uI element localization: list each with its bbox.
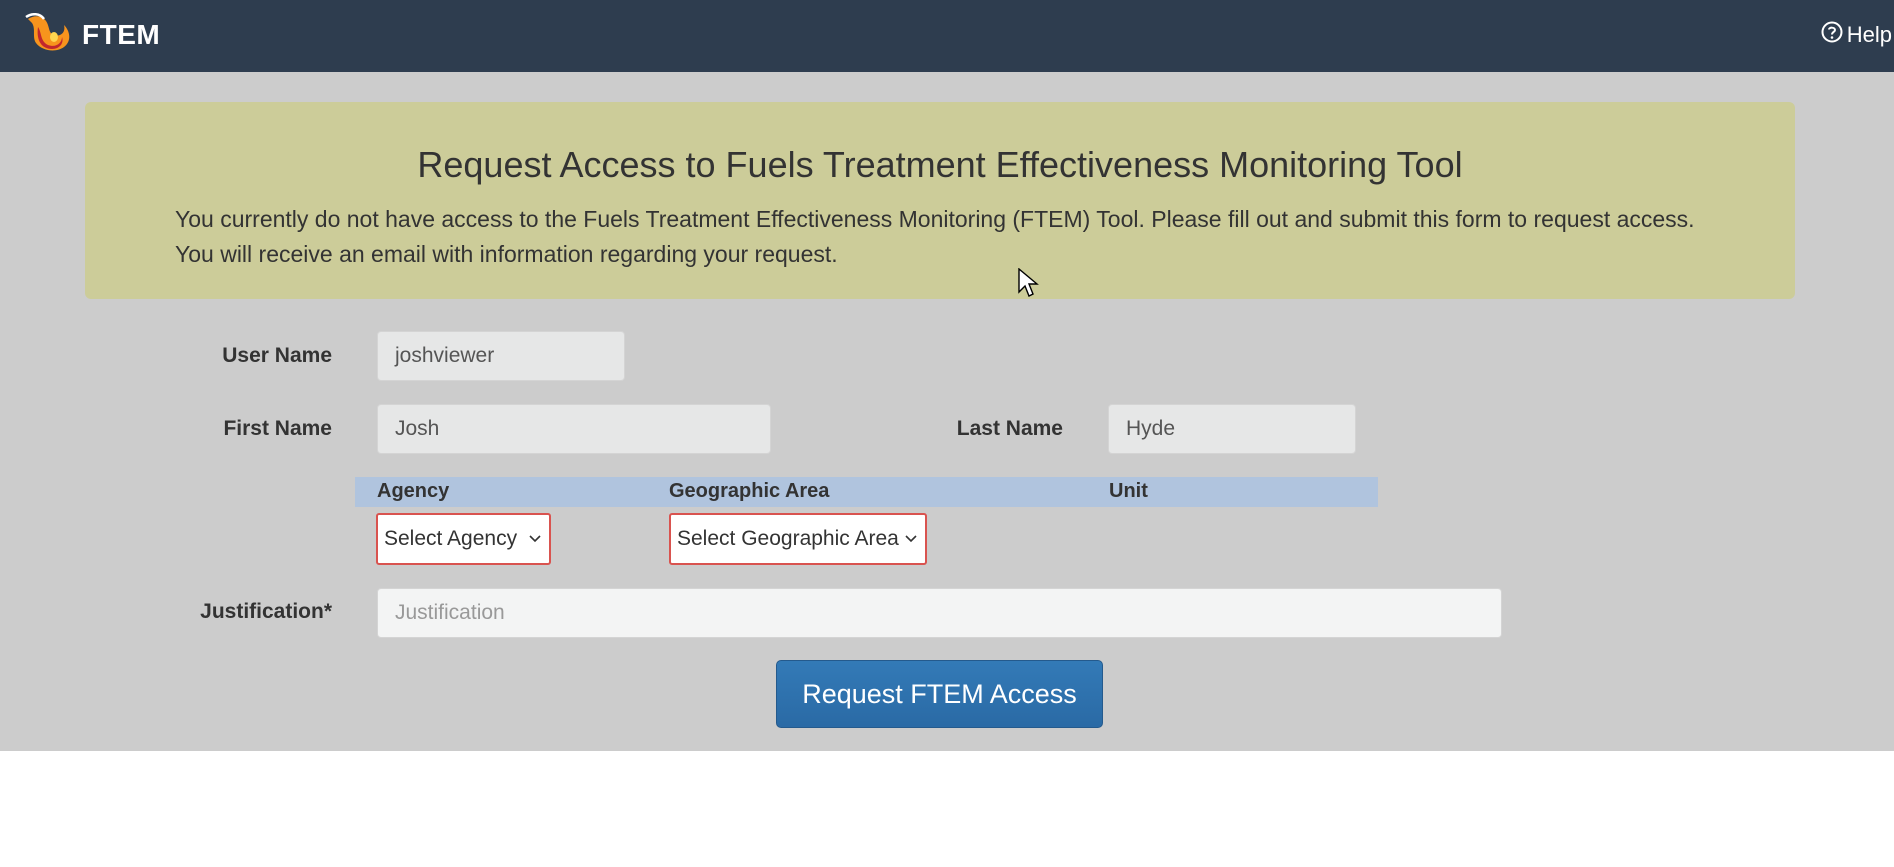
chevron-down-icon [529,535,541,543]
firstname-field[interactable]: Josh [377,404,771,454]
justification-field[interactable]: Justification [377,588,1502,638]
mouse-cursor-icon [1018,268,1039,297]
username-label: User Name [222,344,332,367]
help-link[interactable]: Help [1821,21,1894,49]
request-access-button[interactable]: Request FTEM Access [776,660,1103,728]
geographic-area-select[interactable]: Select Geographic Area [669,513,927,565]
justification-label: Justification* [200,600,332,623]
info-banner: Request Access to Fuels Treatment Effect… [85,102,1795,299]
help-label: Help [1846,22,1892,47]
main-content: Request Access to Fuels Treatment Effect… [0,72,1894,751]
agency-header: Agency [377,480,450,502]
username-field[interactable]: joshviewer [377,331,625,381]
unit-header: Unit [1109,480,1148,502]
brand-link[interactable]: FTEM [24,12,161,58]
geographic-area-header: Geographic Area [669,480,830,502]
question-circle-icon [1821,21,1847,49]
agency-select[interactable]: Select Agency [376,513,551,565]
banner-description: You currently do not have access to the … [175,206,1695,267]
page-title: Request Access to Fuels Treatment Effect… [417,144,1463,185]
geographic-area-select-value: Select Geographic Area [677,527,899,550]
agency-select-value: Select Agency [384,527,518,550]
organization-header-bar: Agency Geographic Area Unit [355,477,1378,507]
brand-name: FTEM [82,19,161,50]
lastname-label: Last Name [956,417,1063,440]
lastname-field[interactable]: Hyde [1108,404,1356,454]
flame-logo-icon [24,12,76,58]
firstname-label: First Name [223,417,332,440]
top-navbar: FTEM Help [0,0,1894,72]
chevron-down-icon [905,535,917,543]
